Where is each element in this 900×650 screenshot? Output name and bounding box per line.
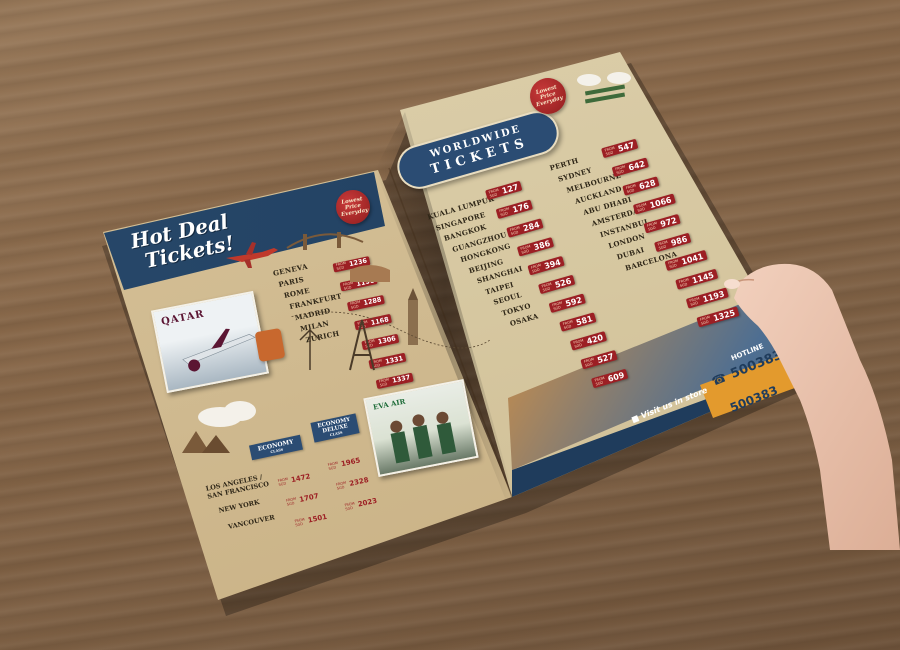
price-tag: FROM SGD 386 (516, 237, 555, 257)
price-tag: FROM SGD 284 (506, 218, 544, 238)
price-value: 284 (521, 219, 541, 233)
airplane-icon (226, 242, 278, 268)
price-tag: FROM SGD 127 (485, 180, 523, 201)
hand-icon (724, 263, 900, 550)
price-value: 386 (532, 238, 552, 252)
biplane-icon (577, 72, 631, 104)
price-value: 1066 (648, 194, 673, 210)
wooden-table: Hot Deal Tickets! Lowest Price Everyday … (0, 0, 900, 650)
price-tag: FROM SGD 1145 (675, 268, 718, 290)
price-tag: FROM SGD 592 (548, 293, 586, 314)
price-tag: FROM SGD 176 (495, 199, 533, 219)
right-seal-text: Lowest Price Everyday (535, 84, 564, 109)
price-value: 2328 (348, 476, 370, 488)
price-tag: FROM SGD 394 (527, 255, 565, 276)
price-value: 527 (596, 351, 615, 365)
flight-attendants-icon (390, 411, 457, 464)
price-value: 592 (564, 294, 583, 309)
price-tag: FROM SGD 526 (538, 274, 576, 295)
price-tag: FROM SGD 628 (622, 176, 660, 196)
price-tag: FROM SGD 420 (569, 331, 608, 351)
big-ben-icon (408, 300, 418, 345)
price-value: 1472 (290, 472, 312, 485)
price-value: 1041 (680, 251, 705, 267)
price-value: 972 (659, 215, 678, 229)
pyramid-icon (182, 431, 230, 453)
suitcase-icon (254, 327, 286, 363)
price-value: 642 (627, 158, 646, 173)
price-value: 176 (511, 200, 530, 215)
price-tag: FROM SGD 1707 (285, 492, 320, 507)
price-value: 986 (669, 234, 689, 248)
eiffel-tower-icon (349, 319, 375, 371)
price-value: 526 (553, 276, 573, 290)
colosseum-icon (350, 265, 390, 282)
price-value: 1965 (340, 456, 362, 469)
price-tag: FROM SGD 1472 (277, 472, 312, 487)
price-tag: FROM SGD 972 (643, 213, 681, 234)
price-value: 420 (585, 332, 605, 346)
price-tag: FROM SGD 986 (654, 232, 692, 253)
left-seal-text: Lowest Price Everyday (340, 196, 369, 219)
price-value: 394 (543, 257, 562, 271)
christ-statue-icon (299, 328, 321, 370)
airliner-icon (182, 328, 256, 372)
price-tag: FROM SGD 527 (580, 349, 618, 370)
price-value: 547 (616, 139, 636, 154)
price-tag: FROM SGD 1965 (327, 456, 362, 471)
price-tag: FROM SGD 1041 (664, 249, 708, 272)
price-tag: FROM SGD 581 (559, 312, 597, 332)
price-value: 1707 (298, 492, 320, 504)
price-tag: FROM SGD 1066 (632, 193, 676, 215)
price-value: 1145 (690, 270, 715, 285)
price-value: 127 (500, 181, 520, 196)
price-tag: FROM SGD 642 (611, 157, 649, 177)
price-tag: FROM SGD 2328 (335, 476, 370, 491)
na-route: NEW YORK (217, 498, 261, 515)
price-value: 628 (637, 177, 657, 191)
price-tag: FROM SGD 547 (601, 138, 639, 159)
price-value: 581 (574, 313, 594, 327)
